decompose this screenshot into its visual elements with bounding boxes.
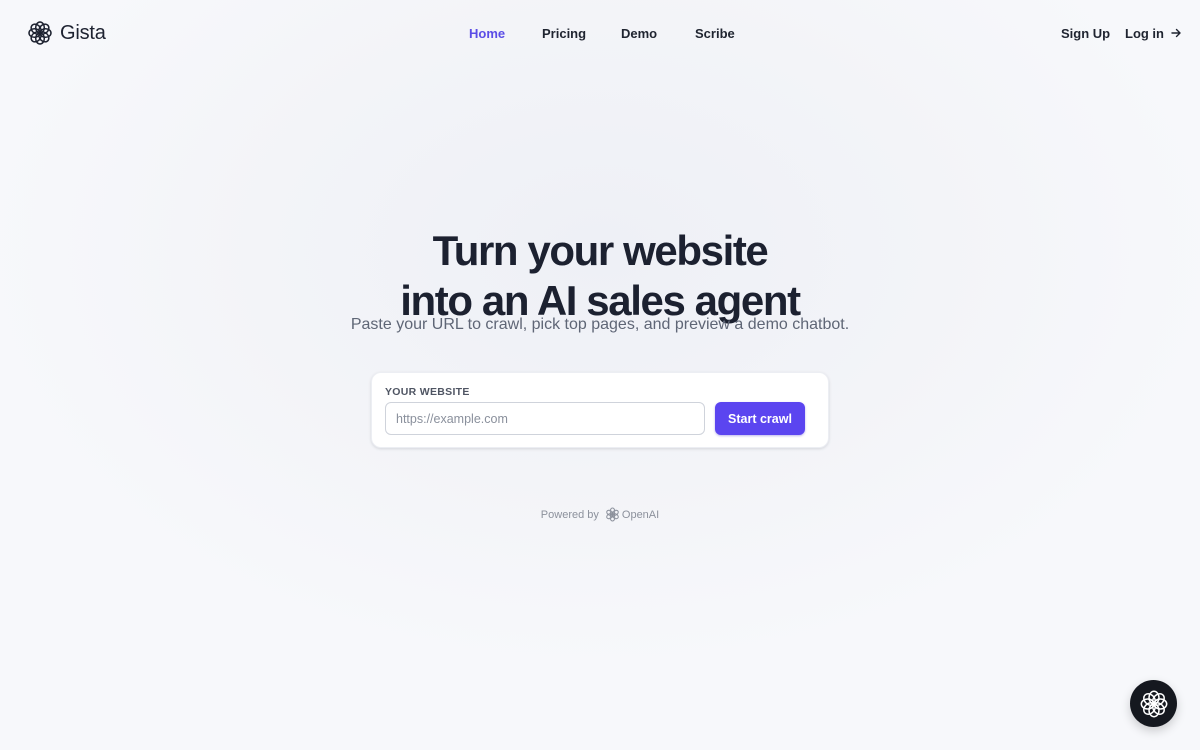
website-field-label: YOUR WEBSITE: [385, 386, 470, 398]
website-url-input[interactable]: [385, 402, 705, 435]
login-link[interactable]: Log in: [1125, 26, 1181, 41]
hero-title-line1: Turn your website: [432, 227, 769, 275]
hero-subtitle: Paste your URL to crawl, pick top pages,…: [350, 316, 850, 333]
start-crawl-button[interactable]: Start crawl: [715, 402, 805, 435]
nav-demo[interactable]: Demo: [621, 26, 657, 41]
nav-pricing[interactable]: Pricing: [542, 26, 586, 41]
arrow-right-icon: [1170, 26, 1181, 41]
signup-link[interactable]: Sign Up: [1061, 26, 1110, 41]
powered-by: Powered by OpenAI: [0, 507, 1200, 522]
openai-logo: OpenAI: [605, 507, 659, 522]
main-nav: Home Pricing Demo Scribe Sign Up Log in: [0, 26, 1200, 42]
openai-icon: [605, 507, 620, 522]
nav-scribe[interactable]: Scribe: [695, 26, 735, 41]
flower-logo-icon: [1139, 689, 1169, 719]
crawl-form-card: YOUR WEBSITE Start crawl: [371, 372, 829, 448]
chat-launcher-button[interactable]: [1130, 680, 1177, 727]
login-label: Log in: [1125, 26, 1164, 41]
openai-label: OpenAI: [621, 508, 660, 521]
powered-by-label: Powered by: [540, 508, 599, 521]
nav-home[interactable]: Home: [469, 26, 505, 41]
hero-title: Turn your website into an AI sales agent: [0, 226, 1200, 326]
site-header: Gista Home Pricing Demo Scribe Sign Up L…: [0, 0, 1200, 66]
